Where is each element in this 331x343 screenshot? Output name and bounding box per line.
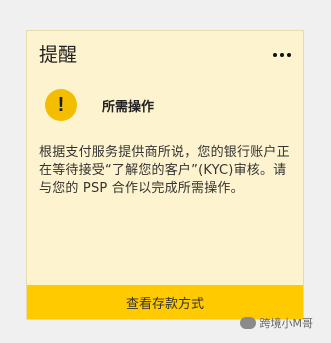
alert-message: 根据支付服务提供商所说，您的银行账户正在等待接受“了解您的客户”(KYC)审核。… xyxy=(39,145,290,196)
page: 提醒 ! 所需操作 根据支付服务提供商所说，您的银行账户正在等待接受“了解您的客… xyxy=(0,0,331,343)
more-options-icon[interactable] xyxy=(273,49,291,61)
more-dot xyxy=(280,53,284,57)
watermark-text: 跨境小M哥 xyxy=(259,317,314,330)
more-dot xyxy=(273,53,277,57)
card-title: 提醒 xyxy=(39,44,78,66)
view-deposit-methods-button[interactable]: 查看存款方式 xyxy=(27,285,303,319)
card-header: 提醒 xyxy=(39,43,291,67)
watermark: 跨境小M哥 xyxy=(239,315,314,331)
warning-icon: ! xyxy=(45,89,77,121)
wechat-icon xyxy=(239,317,256,329)
status-row: ! 所需操作 xyxy=(45,89,154,121)
status-label: 所需操作 xyxy=(102,99,155,115)
more-dot xyxy=(287,53,291,57)
alert-card: 提醒 ! 所需操作 根据支付服务提供商所说，您的银行账户正在等待接受“了解您的客… xyxy=(26,30,304,320)
